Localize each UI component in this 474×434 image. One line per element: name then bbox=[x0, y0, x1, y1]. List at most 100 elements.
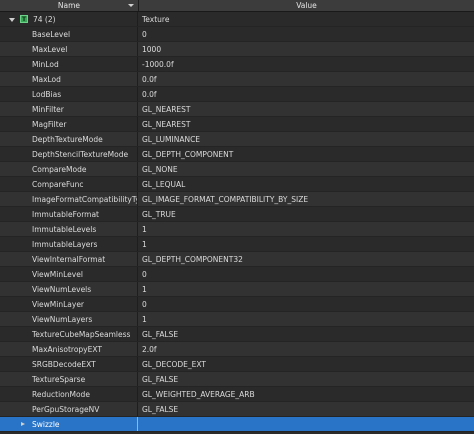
property-name: ViewInternalFormat bbox=[32, 255, 106, 264]
property-row[interactable]: ImmutableLevels 1 bbox=[0, 222, 474, 237]
property-row[interactable]: LodBias 0.0f bbox=[0, 87, 474, 102]
property-value: 0.0f bbox=[142, 90, 157, 99]
property-row[interactable]: MinLod -1000.0f bbox=[0, 57, 474, 72]
name-cell: TextureSparse bbox=[0, 372, 138, 386]
property-row[interactable]: ViewNumLevels 1 bbox=[0, 282, 474, 297]
property-name: LodBias bbox=[32, 90, 62, 99]
property-row[interactable]: ImmutableLayers 1 bbox=[0, 237, 474, 252]
property-value: GL_LEQUAL bbox=[142, 180, 186, 189]
property-value: 1 bbox=[142, 315, 147, 324]
property-row[interactable]: BaseLevel 0 bbox=[0, 27, 474, 42]
property-row[interactable]: ReductionMode GL_WEIGHTED_AVERAGE_ARB bbox=[0, 387, 474, 402]
name-cell: ViewMinLevel bbox=[0, 267, 138, 281]
property-row[interactable]: ImmutableFormat GL_TRUE bbox=[0, 207, 474, 222]
property-row[interactable]: TextureCubeMapSeamless GL_FALSE bbox=[0, 327, 474, 342]
property-value: GL_WEIGHTED_AVERAGE_ARB bbox=[142, 390, 255, 399]
name-cell: T 74 (2) bbox=[0, 12, 138, 26]
property-row[interactable]: PerGpuStorageNV GL_FALSE bbox=[0, 402, 474, 417]
name-cell: ReductionMode bbox=[0, 387, 138, 401]
property-row[interactable]: CompareMode GL_NONE bbox=[0, 162, 474, 177]
property-row[interactable]: TextureSparse GL_FALSE bbox=[0, 372, 474, 387]
property-row[interactable]: MaxAnisotropyEXT 2.0f bbox=[0, 342, 474, 357]
property-value: GL_FALSE bbox=[142, 330, 179, 339]
root-value: Texture bbox=[142, 15, 170, 24]
name-cell: ViewNumLayers bbox=[0, 312, 138, 326]
name-cell: TextureCubeMapSeamless bbox=[0, 327, 138, 341]
sort-descending-icon bbox=[128, 4, 134, 7]
property-name: PerGpuStorageNV bbox=[32, 405, 100, 414]
expand-arrow-icon[interactable] bbox=[21, 422, 25, 426]
name-cell: MaxLevel bbox=[0, 42, 138, 56]
name-column-header[interactable]: Name bbox=[0, 0, 139, 11]
name-cell: ViewNumLevels bbox=[0, 282, 138, 296]
name-cell: ImmutableLevels bbox=[0, 222, 138, 236]
property-row[interactable]: SRGBDecodeEXT GL_DECODE_EXT bbox=[0, 357, 474, 372]
tree-row-root[interactable]: T 74 (2) Texture bbox=[0, 12, 474, 27]
name-cell: BaseLevel bbox=[0, 27, 138, 41]
property-row[interactable]: MinFilter GL_NEAREST bbox=[0, 102, 474, 117]
property-value: GL_LUMINANCE bbox=[142, 135, 201, 144]
property-name: MinLod bbox=[32, 60, 59, 69]
column-header: Name Value bbox=[0, 0, 474, 12]
property-value: 1 bbox=[142, 240, 147, 249]
property-value: 1000 bbox=[142, 45, 162, 54]
property-row[interactable]: DepthStencilTextureMode GL_DEPTH_COMPONEN… bbox=[0, 147, 474, 162]
property-value: 0 bbox=[142, 300, 147, 309]
name-cell: CompareFunc bbox=[0, 177, 138, 191]
value-column-header[interactable]: Value bbox=[139, 0, 474, 11]
property-name: ViewMinLayer bbox=[32, 300, 85, 309]
property-tree: T 74 (2) Texture BaseLevel 0 MaxLevel 1000 M… bbox=[0, 12, 474, 432]
name-cell: MinFilter bbox=[0, 102, 138, 116]
property-value: -1000.0f bbox=[142, 60, 174, 69]
property-row[interactable]: DepthTextureMode GL_LUMINANCE bbox=[0, 132, 474, 147]
property-value: GL_IMAGE_FORMAT_COMPATIBILITY_BY_SIZE bbox=[142, 195, 309, 204]
name-cell: MaxAnisotropyEXT bbox=[0, 342, 138, 356]
property-row[interactable]: ViewNumLayers 1 bbox=[0, 312, 474, 327]
property-name: ViewMinLevel bbox=[32, 270, 83, 279]
name-column-label: Name bbox=[57, 1, 81, 10]
property-value: 0 bbox=[142, 270, 147, 279]
name-cell: MagFilter bbox=[0, 117, 138, 131]
name-cell: ImageFormatCompatibilityType bbox=[0, 192, 138, 206]
name-cell: DepthStencilTextureMode bbox=[0, 147, 138, 161]
texture-icon: T bbox=[20, 15, 28, 23]
property-row[interactable]: ViewMinLevel 0 bbox=[0, 267, 474, 282]
name-cell: ImmutableFormat bbox=[0, 207, 138, 221]
name-cell: DepthTextureMode bbox=[0, 132, 138, 146]
property-row[interactable]: MaxLevel 1000 bbox=[0, 42, 474, 57]
property-value: 0.0f bbox=[142, 75, 157, 84]
property-value: GL_NEAREST bbox=[142, 105, 191, 114]
property-name: MaxLevel bbox=[32, 45, 68, 54]
root-name: 74 (2) bbox=[33, 15, 56, 24]
property-name: CompareMode bbox=[32, 165, 87, 174]
property-name: ImageFormatCompatibilityType bbox=[32, 195, 138, 204]
property-name: ImmutableLevels bbox=[32, 225, 97, 234]
property-value: GL_TRUE bbox=[142, 210, 176, 219]
name-cell: ImmutableLayers bbox=[0, 237, 138, 251]
property-row[interactable]: MagFilter GL_NEAREST bbox=[0, 117, 474, 132]
tree-row-swizzle[interactable]: Swizzle bbox=[0, 417, 474, 432]
property-row[interactable]: ImageFormatCompatibilityType GL_IMAGE_FOR… bbox=[0, 192, 474, 207]
name-cell: MaxLod bbox=[0, 72, 138, 86]
property-name: MaxLod bbox=[32, 75, 61, 84]
property-value: 2.0f bbox=[142, 345, 157, 354]
property-name: SRGBDecodeEXT bbox=[32, 360, 96, 369]
property-name: DepthTextureMode bbox=[32, 135, 103, 144]
property-name: CompareFunc bbox=[32, 180, 84, 189]
property-name: ViewNumLevels bbox=[32, 285, 92, 294]
property-name: MaxAnisotropyEXT bbox=[32, 345, 102, 354]
property-name: ImmutableLayers bbox=[32, 240, 98, 249]
property-row[interactable]: MaxLod 0.0f bbox=[0, 72, 474, 87]
property-value: GL_NEAREST bbox=[142, 120, 191, 129]
property-name: DepthStencilTextureMode bbox=[32, 150, 129, 159]
property-row[interactable]: CompareFunc GL_LEQUAL bbox=[0, 177, 474, 192]
property-name: MagFilter bbox=[32, 120, 67, 129]
property-row[interactable]: ViewInternalFormat GL_DEPTH_COMPONENT32 bbox=[0, 252, 474, 267]
name-cell: ViewMinLayer bbox=[0, 297, 138, 311]
property-row[interactable]: ViewMinLayer 0 bbox=[0, 297, 474, 312]
collapse-arrow-icon[interactable] bbox=[9, 18, 15, 22]
name-cell: LodBias bbox=[0, 87, 138, 101]
property-name: ImmutableFormat bbox=[32, 210, 100, 219]
name-cell: PerGpuStorageNV bbox=[0, 402, 138, 416]
property-name: TextureCubeMapSeamless bbox=[32, 330, 131, 339]
